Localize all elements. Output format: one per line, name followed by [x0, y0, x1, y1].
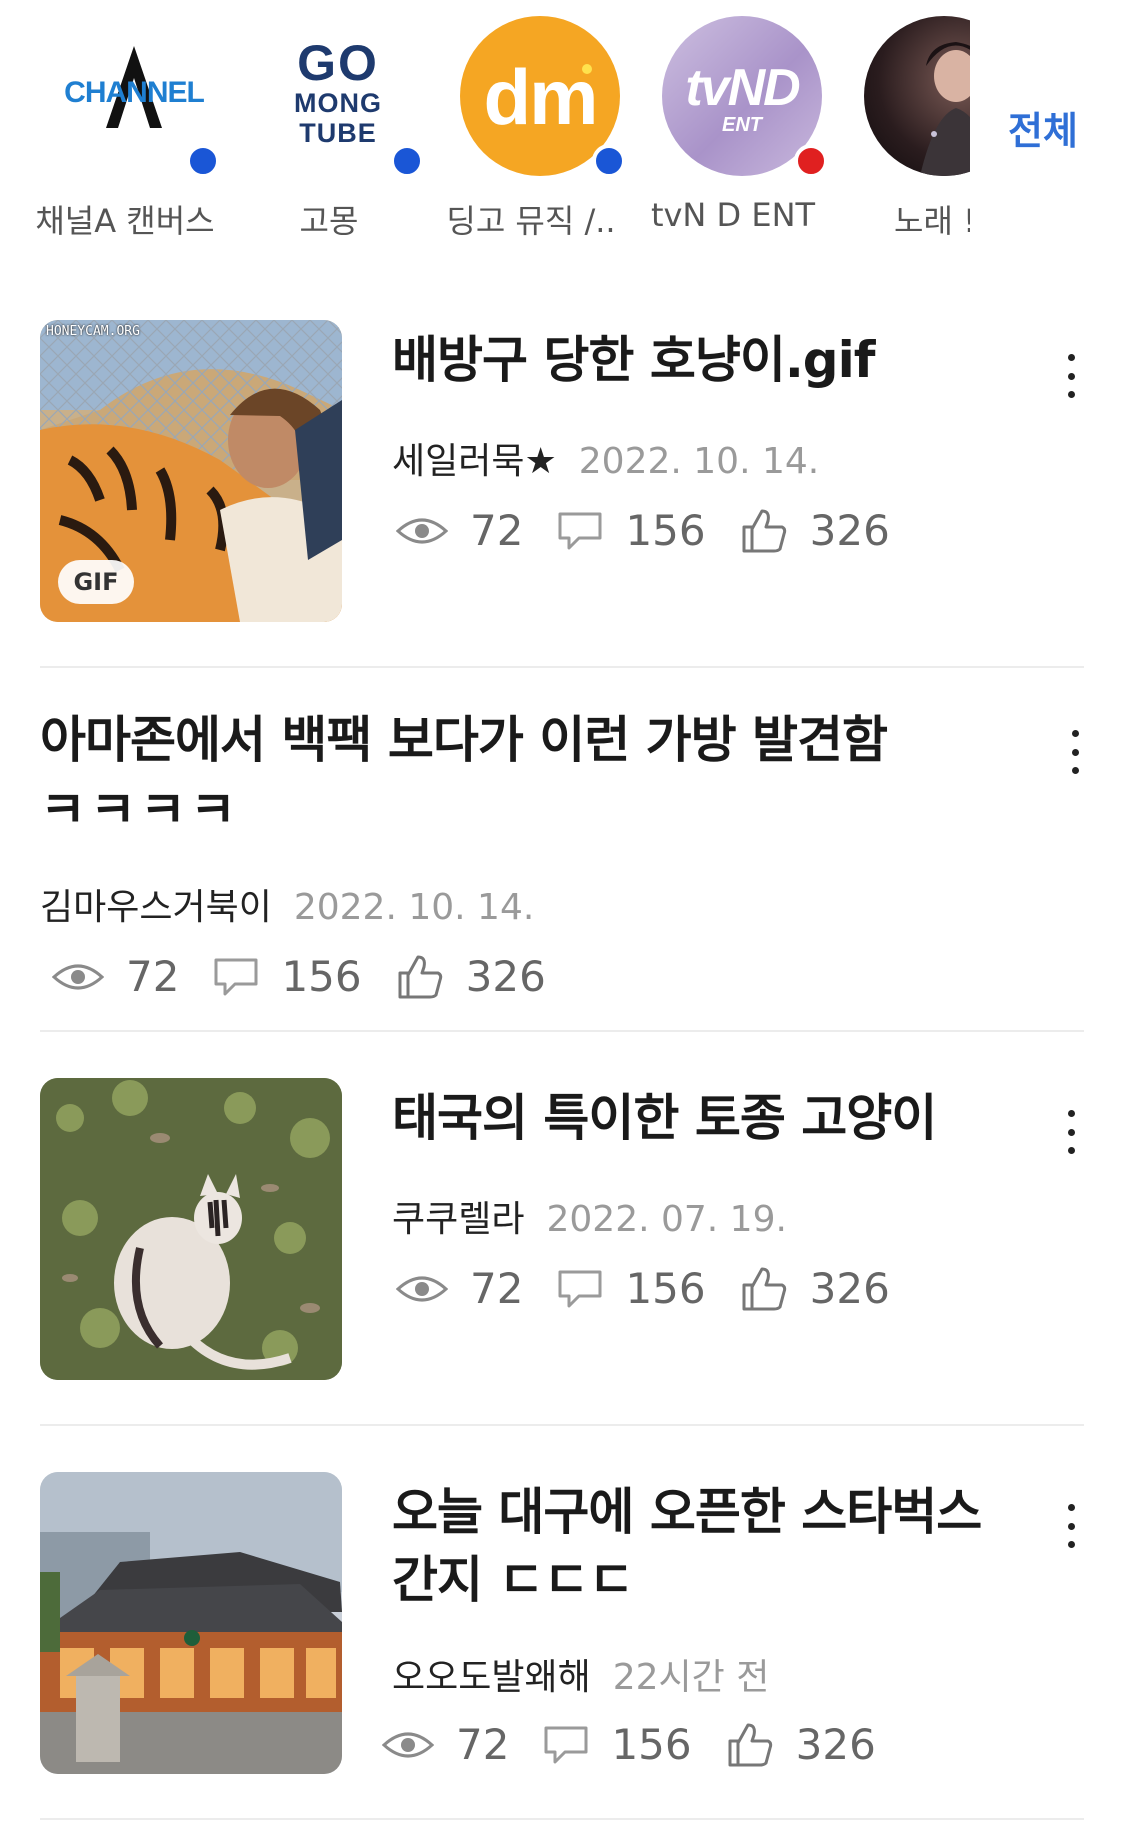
comment-icon: [558, 1270, 602, 1307]
post-title[interactable]: 태국의 특이한 토종 고양이: [392, 1084, 937, 1152]
new-content-dot: [186, 144, 220, 178]
channel-name: tvN D ENT: [650, 196, 816, 234]
post-meta: 세일러묵★ 2022. 10. 14.: [392, 432, 819, 484]
eye-icon: [382, 1732, 434, 1757]
comment-icon: [214, 958, 258, 995]
comment-icon: [558, 512, 602, 549]
channel-item-dingo-music[interactable]: dm 딩고 뮤직 /..: [436, 14, 626, 244]
eye-icon: [396, 1276, 448, 1301]
like-count[interactable]: 326: [726, 1720, 876, 1769]
feed-item[interactable]: 아마존에서 백팩 보다가 이런 가방 발견함 ㅋㅋㅋㅋ 김마우스거북이 2022.…: [0, 700, 1124, 1030]
post-title-line-2: ㅋㅋㅋㅋ: [40, 781, 240, 839]
eye-icon: [396, 518, 448, 543]
post-date: 2022. 07. 19.: [546, 1199, 787, 1240]
like-count[interactable]: 326: [396, 952, 546, 1001]
comment-count: 156: [213, 952, 362, 1001]
thumbs-up-icon: [728, 1723, 772, 1766]
more-vertical-icon[interactable]: [1056, 354, 1086, 398]
channel-a-logo-text: CHANNEL: [64, 76, 205, 109]
post-stats: 72 156 326: [382, 1720, 910, 1769]
post-title-line-2: 간지 ㄷㄷㄷ: [392, 1551, 634, 1609]
view-count: 72: [396, 1264, 523, 1313]
post-title-line-1: 아마존에서 백팩 보다가 이런 가방 발견함: [40, 711, 888, 769]
channel-strip: CHANNEL 채널A 캔버스 GO MONG TUBE 고몽 dm 딩고 뮤직…: [0, 0, 1124, 255]
thumbnail-watermark: HONEYCAM.ORG: [46, 324, 140, 339]
post-title[interactable]: 오늘 대구에 오픈한 스타벅스 간지 ㄷㄷㄷ: [392, 1478, 982, 1614]
post-author[interactable]: 세일러묵★: [392, 441, 557, 482]
singer-photo: [864, 16, 970, 176]
post-title[interactable]: 아마존에서 백팩 보다가 이런 가방 발견함 ㅋㅋㅋㅋ: [40, 706, 888, 844]
channel-item-gomong[interactable]: GO MONG TUBE 고몽: [234, 14, 424, 244]
tvnd-logo-subtext: ENT: [722, 114, 762, 136]
post-author[interactable]: 오오도발왜해: [392, 1657, 591, 1698]
channel-name: 고몽: [299, 202, 359, 240]
more-vertical-icon[interactable]: [1056, 1110, 1086, 1154]
view-count: 72: [396, 506, 523, 555]
new-content-dot: [592, 144, 626, 178]
gif-badge: GIF: [58, 560, 134, 604]
divider: [40, 1030, 1084, 1032]
thumbs-up-icon: [742, 509, 786, 552]
post-stats: 72 156 326: [396, 1264, 924, 1313]
view-count: 72: [382, 1720, 509, 1769]
view-count: 72: [52, 952, 179, 1001]
thumbs-up-icon: [398, 955, 442, 998]
view-all-channels-button[interactable]: 전체: [1008, 100, 1078, 155]
channel-avatar: tvND ENT: [662, 16, 828, 182]
dingo-logo-text: dm: [483, 53, 599, 141]
channel-avatar: [864, 16, 970, 182]
channel-avatar: CHANNEL: [54, 16, 220, 182]
post-author[interactable]: 김마우스거북이: [40, 887, 272, 928]
more-vertical-icon[interactable]: [1056, 1504, 1086, 1548]
comment-count: 156: [557, 1264, 706, 1313]
like-count[interactable]: 326: [740, 1264, 890, 1313]
comment-count: 156: [543, 1720, 692, 1769]
channel-avatar: dm: [460, 16, 626, 182]
channel-name: 딩고 뮤직 /..: [446, 202, 616, 240]
gomong-logo-text-go: GO: [297, 35, 379, 91]
thumbs-up-icon: [742, 1267, 786, 1310]
feed-item[interactable]: 오늘 대구에 오픈한 스타벅스 간지 ㄷㄷㄷ 오오도발왜해 22시간 전 72 1…: [0, 1472, 1124, 1817]
tiger-thumbnail: HONEYCAM.ORG GIF: [40, 320, 342, 622]
live-dot: [794, 144, 828, 178]
post-title-line-1: 오늘 대구에 오픈한 스타벅스: [392, 1483, 982, 1541]
channel-item-tvnd-ent[interactable]: tvND ENT tvN D ENT: [638, 14, 828, 244]
channel-avatar: GO MONG TUBE: [258, 16, 424, 182]
channel-name: 노래 !: [894, 202, 970, 240]
post-meta: 오오도발왜해 22시간 전: [392, 1648, 769, 1700]
gomong-logo-text-mong: MONG: [294, 88, 382, 118]
starbucks-thumbnail: [40, 1472, 342, 1774]
channel-name: 채널A 캔버스: [35, 202, 215, 240]
post-date: 22시간 전: [612, 1657, 770, 1698]
eye-icon: [52, 964, 104, 989]
divider: [40, 1818, 1084, 1820]
more-vertical-icon[interactable]: [1060, 730, 1090, 774]
gomong-logo-text-tube: TUBE: [299, 118, 377, 148]
post-date: 2022. 10. 14.: [293, 887, 535, 928]
divider: [40, 666, 1084, 668]
feed-item[interactable]: HONEYCAM.ORG GIF 배방구 당한 호냥이.gif 세일러묵★ 202…: [0, 320, 1124, 665]
post-stats: 72 156 326: [52, 952, 580, 1001]
new-content-dot: [390, 144, 424, 178]
post-title[interactable]: 배방구 당한 호냥이.gif: [392, 326, 875, 394]
cat-thumbnail: [40, 1078, 342, 1380]
comment-icon: [544, 1726, 588, 1763]
divider: [40, 1424, 1084, 1426]
post-meta: 쿠쿠렐라 2022. 07. 19.: [392, 1190, 787, 1242]
post-meta: 김마우스거북이 2022. 10. 14.: [40, 878, 534, 930]
channel-item-song[interactable]: 노래 !: [840, 14, 970, 244]
comment-count: 156: [557, 506, 706, 555]
post-author[interactable]: 쿠쿠렐라: [392, 1199, 524, 1240]
channel-item-channel-a[interactable]: CHANNEL 채널A 캔버스: [30, 14, 220, 244]
like-count[interactable]: 326: [740, 506, 890, 555]
post-stats: 72 156 326: [396, 506, 924, 555]
tvnd-logo-text: tvND: [685, 59, 800, 117]
feed-item[interactable]: 태국의 특이한 토종 고양이 쿠쿠렐라 2022. 07. 19. 72 156 …: [0, 1078, 1124, 1423]
post-date: 2022. 10. 14.: [578, 441, 820, 482]
